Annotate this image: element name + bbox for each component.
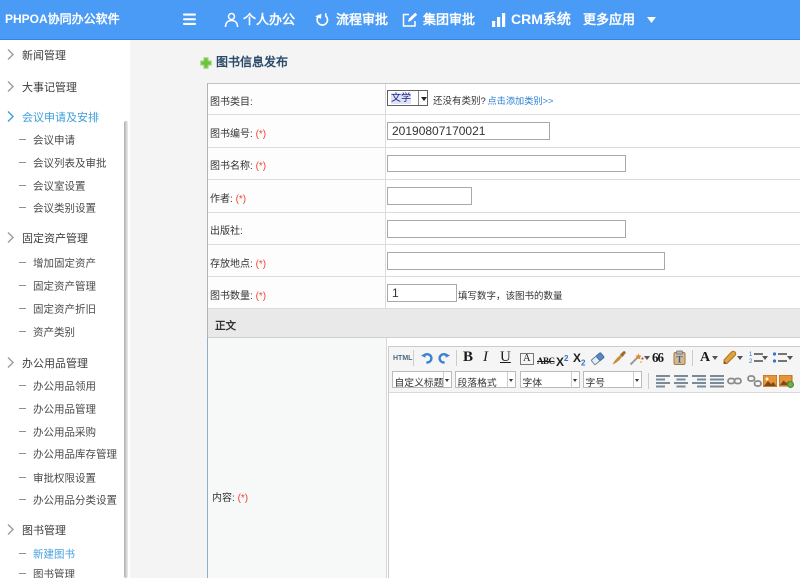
svg-text:T: T <box>676 355 682 365</box>
svg-text:2: 2 <box>749 359 753 365</box>
svg-text:1: 1 <box>749 352 753 358</box>
